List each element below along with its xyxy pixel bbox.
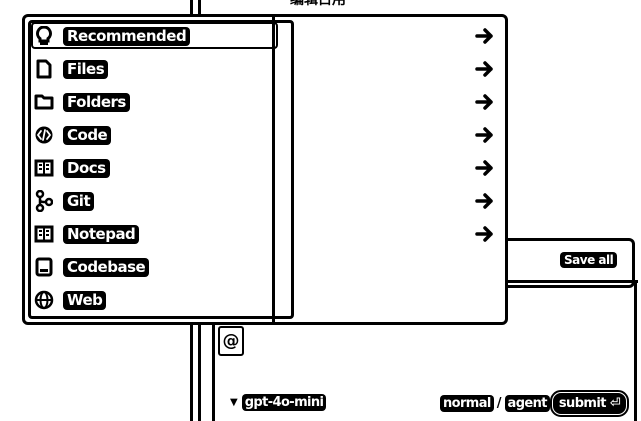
- menu-item-label: Code: [63, 125, 112, 145]
- git-branch-icon: [33, 190, 55, 212]
- arrow-right-icon: [473, 90, 497, 114]
- code-icon: [33, 124, 55, 146]
- lightbulb-icon: [33, 25, 55, 47]
- menu-item-label: Recommended: [63, 26, 191, 46]
- menu-item-label: Docs: [63, 158, 110, 178]
- submit-button[interactable]: submit ⏎: [549, 390, 630, 417]
- menu-item-label: Files: [63, 59, 109, 79]
- model-label: gpt-4o-mini: [241, 394, 327, 411]
- mode-agent-button[interactable]: agent: [504, 395, 550, 412]
- book-icon: [33, 157, 55, 179]
- menu-item-git[interactable]: Git: [33, 187, 503, 215]
- mode-normal-button[interactable]: normal: [440, 395, 494, 412]
- mode-separator: /: [496, 396, 502, 411]
- left-pane-border: [190, 322, 193, 421]
- menu-item-docs[interactable]: Docs: [33, 154, 503, 182]
- arrow-right-icon: [473, 156, 497, 180]
- menu-item-label: Notepad: [63, 224, 140, 244]
- left-pane-border: [190, 0, 193, 14]
- composer-border: [634, 280, 637, 421]
- menu-item-notepad[interactable]: Notepad: [33, 220, 503, 248]
- editor-divider: [498, 280, 638, 283]
- menu-item-code[interactable]: Code: [33, 121, 503, 149]
- page-title: 编辑占用: [290, 0, 346, 8]
- arrow-right-icon: [473, 24, 497, 48]
- menu-item-files[interactable]: Files: [33, 55, 503, 83]
- mode-toggle: normal / agent submit ⏎: [440, 390, 630, 417]
- menu-item-label: Folders: [63, 92, 130, 112]
- chevron-down-icon: ▼: [230, 397, 238, 408]
- arrow-right-icon: [473, 57, 497, 81]
- arrow-right-icon: [473, 189, 497, 213]
- left-pane-border: [198, 0, 201, 14]
- composer-border: [212, 323, 215, 421]
- menu-item-web[interactable]: Web: [33, 286, 503, 314]
- menu-item-recommended[interactable]: Recommended: [33, 22, 503, 50]
- left-pane-border: [198, 322, 201, 421]
- save-all-button[interactable]: Save all: [560, 252, 618, 268]
- arrow-right-icon: [473, 222, 497, 246]
- mention-input[interactable]: @: [218, 326, 244, 356]
- file-icon: [33, 58, 55, 80]
- menu-item-label: Codebase: [63, 257, 150, 277]
- menu-item-label: Web: [63, 290, 107, 310]
- codebase-icon: [33, 256, 55, 278]
- mention-menu: Recommended Files Folders Code Docs Git …: [22, 14, 508, 325]
- menu-item-codebase[interactable]: Codebase: [33, 253, 503, 281]
- menu-item-folders[interactable]: Folders: [33, 88, 503, 116]
- model-select[interactable]: ▼ gpt-4o-mini: [230, 394, 327, 411]
- notepad-icon: [33, 223, 55, 245]
- globe-icon: [33, 289, 55, 311]
- arrow-right-icon: [473, 123, 497, 147]
- menu-item-label: Git: [63, 191, 95, 211]
- folder-icon: [33, 91, 55, 113]
